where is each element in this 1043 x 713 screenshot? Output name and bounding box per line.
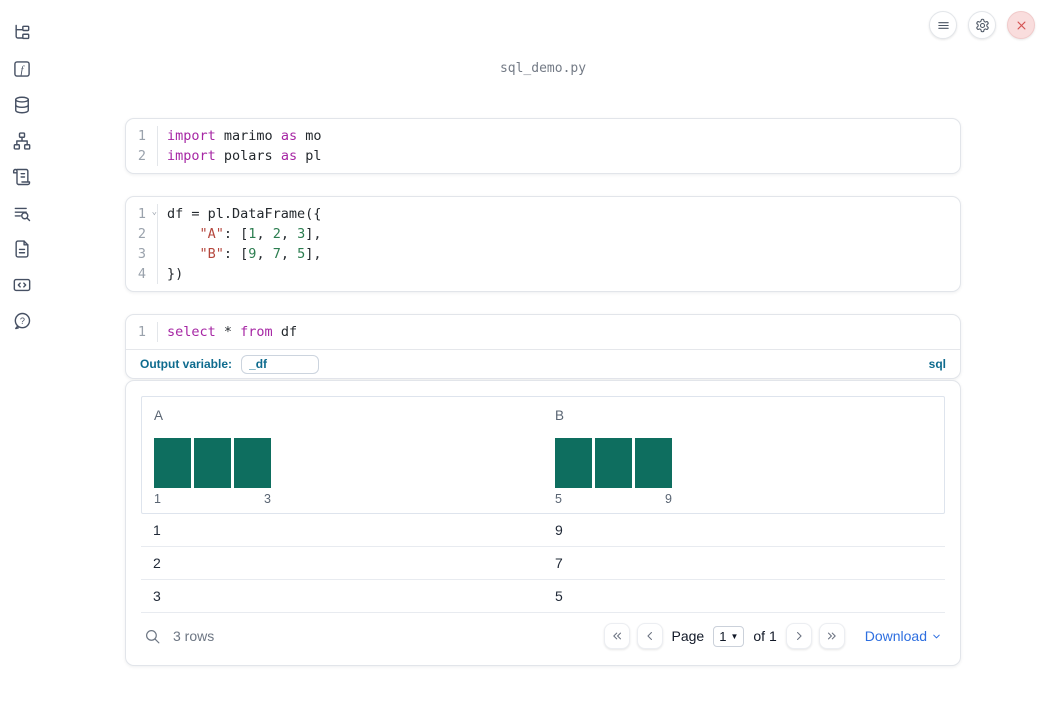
column-header-a[interactable]: A 1 3 [142, 408, 543, 506]
histogram-bar [635, 438, 672, 488]
svg-text:?: ? [20, 316, 25, 326]
close-button[interactable] [1007, 11, 1035, 39]
chevrons-right-icon [827, 632, 836, 640]
row-count: 3 rows [173, 628, 215, 644]
histogram-max-label: 9 [665, 492, 672, 506]
helper-sidebar: f ? [0, 0, 44, 713]
column-name: A [154, 408, 164, 423]
table-header: A 1 3 B 5 9 [141, 396, 945, 514]
notebook-filename: sql_demo.py [499, 61, 587, 76]
code-text[interactable]: }) [158, 264, 183, 284]
chevrons-left-icon [612, 632, 621, 640]
language-badge: sql [928, 357, 946, 371]
sql-cell-footer: Output variable: sql [126, 349, 960, 378]
histogram-min-label: 1 [154, 492, 161, 506]
code-line: 2 "A": [1, 2, 3], [126, 224, 960, 244]
column-header-b[interactable]: B 5 9 [543, 408, 944, 506]
output-variable-label: Output variable: [140, 357, 233, 371]
table-cell: 1 [153, 522, 161, 538]
line-number: 3 [126, 244, 158, 264]
snippets-icon[interactable] [12, 275, 32, 295]
code-text[interactable]: "B": [9, 7, 5], [158, 244, 322, 264]
chevron-down-icon: ▼ [730, 631, 739, 641]
line-number: 1 [126, 126, 158, 146]
settings-button[interactable] [968, 11, 996, 39]
table-row: 2 7 [141, 547, 945, 580]
table-cell: 9 [555, 522, 563, 538]
code-text[interactable]: df = pl.DataFrame({ [158, 204, 321, 224]
histogram-min-label: 5 [555, 492, 562, 506]
code-line: 1 ⌄ df = pl.DataFrame({ [126, 204, 960, 224]
line-number: 4 [126, 264, 158, 284]
line-number: 1 [126, 322, 158, 342]
page-of-label: of 1 [753, 628, 777, 644]
histogram-bar [194, 438, 231, 488]
code-cell-dataframe: 1 ⌄ df = pl.DataFrame({ 2 "A": [1, 2, 3],… [125, 196, 961, 292]
table-body: 1 9 2 7 3 5 [141, 514, 945, 613]
search-icon[interactable] [144, 628, 161, 645]
download-button[interactable]: Download [865, 628, 942, 644]
table-footer: 3 rows Page 1 ▼ of 1 Download [141, 622, 945, 650]
sql-cell: 1 select * from df Output variable: sql [125, 314, 961, 379]
notebook: sql_demo.py 1 import marimo as mo 2 impo… [125, 0, 961, 666]
table-output-card: A 1 3 B 5 9 1 9 2 7 3 5 3 rows Page 1 ▼ … [125, 380, 961, 666]
code-text[interactable]: import polars as pl [158, 146, 321, 166]
column-histogram: 1 3 [154, 438, 271, 506]
histogram-bar [595, 438, 632, 488]
next-page-button[interactable] [785, 623, 812, 649]
code-line: 4 }) [126, 264, 960, 284]
svg-text:f: f [20, 64, 25, 76]
line-number: 2 [126, 224, 158, 244]
file-explorer-icon[interactable] [12, 23, 32, 43]
variables-icon[interactable]: f [12, 59, 32, 79]
output-variable-input[interactable] [241, 354, 320, 374]
table-cell: 7 [555, 555, 563, 571]
line-number: 2 [126, 146, 158, 166]
code-text[interactable]: import marimo as mo [158, 126, 321, 146]
dependency-graph-icon[interactable] [12, 131, 32, 151]
table-row: 1 9 [141, 514, 945, 547]
code-line: 2 import polars as pl [126, 146, 960, 166]
help-icon[interactable]: ? [12, 311, 32, 331]
fold-chevron-icon[interactable]: ⌄ [152, 202, 157, 222]
first-page-button[interactable] [603, 623, 630, 649]
code-text[interactable]: "A": [1, 2, 3], [158, 224, 322, 244]
table-row: 3 5 [141, 580, 945, 613]
page-select[interactable]: 1 ▼ [713, 625, 745, 647]
histogram-bar [234, 438, 271, 488]
column-name: B [555, 408, 565, 423]
documentation-icon[interactable] [12, 239, 32, 259]
column-histogram: 5 9 [555, 438, 672, 506]
code-line: 3 "B": [9, 7, 5], [126, 244, 960, 264]
table-cell: 3 [153, 588, 161, 604]
table-cell: 2 [153, 555, 161, 571]
last-page-button[interactable] [818, 623, 845, 649]
datasources-icon[interactable] [12, 95, 32, 115]
previous-page-button[interactable] [636, 623, 663, 649]
histogram-max-label: 3 [264, 492, 271, 506]
chevron-down-icon [933, 634, 940, 638]
histogram-bar [555, 438, 592, 488]
code-text[interactable]: select * from df [158, 322, 297, 342]
histogram-bar [154, 438, 191, 488]
chevron-left-icon [646, 631, 652, 641]
line-number: 1 ⌄ [126, 204, 158, 224]
table-cell: 5 [555, 588, 563, 604]
tracing-icon[interactable] [12, 203, 32, 223]
code-line: 1 import marimo as mo [126, 126, 960, 146]
logs-icon[interactable] [12, 167, 32, 187]
chevron-right-icon [796, 631, 802, 641]
code-line: 1 select * from df [126, 322, 960, 342]
code-cell-imports: 1 import marimo as mo 2 import polars as… [125, 118, 961, 174]
page-label: Page [671, 628, 705, 644]
